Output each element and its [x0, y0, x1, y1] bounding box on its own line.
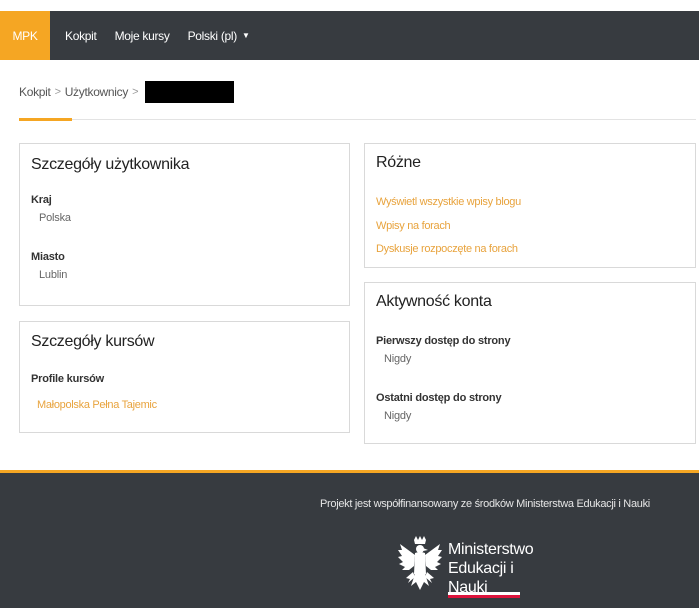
language-menu-label: Polski (pl)	[187, 28, 238, 43]
ministry-name-line1: Ministerstwo	[448, 541, 534, 558]
field-value-last-access: Nigdy	[384, 410, 412, 422]
misc-title: Różne	[376, 154, 421, 171]
redacted-block	[145, 81, 235, 103]
eagle-emblem-icon	[398, 536, 442, 590]
misc-card: Różne Wyświetl wszystkie wpisy blogu Wpi…	[364, 143, 696, 268]
breadcrumb-accent	[19, 118, 72, 121]
course-link[interactable]: Małopolska Pełna Tajemic	[37, 399, 157, 411]
forum-posts-link[interactable]: Wpisy na forach	[376, 220, 451, 232]
top-navbar: MPK Kokpit Moje kursy Polski (pl) ▼	[0, 11, 699, 60]
course-profiles-label: Profile kursów	[31, 373, 104, 385]
caret-down-icon: ▼	[241, 30, 250, 40]
field-label-miasto: Miasto	[31, 251, 65, 263]
forum-discussions-link[interactable]: Dyskusje rozpoczęte na forach	[376, 243, 518, 255]
course-details-title: Szczegóły kursów	[31, 333, 155, 350]
language-menu[interactable]: Polski (pl) ▼	[188, 29, 250, 43]
breadcrumb: Kokpit > Użytkownicy >	[19, 81, 235, 103]
ministry-logo: Ministerstwo Edukacji i Nauki	[398, 536, 553, 602]
nav-item-moje-kursy[interactable]: Moje kursy	[115, 29, 170, 43]
field-value-miasto: Lublin	[39, 269, 68, 281]
breadcrumb-item-uzytkownicy[interactable]: Użytkownicy	[65, 85, 129, 99]
account-activity-card: Aktywność konta Pierwszy dostęp do stron…	[364, 282, 696, 444]
footer-funding-text: Projekt jest współfinansowany ze środków…	[320, 498, 650, 510]
breadcrumb-item-kokpit[interactable]: Kokpit	[19, 85, 51, 99]
breadcrumb-divider	[19, 119, 696, 120]
chevron-right-icon: >	[54, 86, 61, 98]
brand-link[interactable]: MPK	[0, 11, 50, 60]
field-label-last-access: Ostatni dostęp do strony	[376, 392, 502, 404]
blog-entries-link[interactable]: Wyświetl wszystkie wpisy blogu	[376, 196, 521, 208]
user-details-card: Szczegóły użytkownika Kraj Polska Miasto…	[19, 143, 350, 306]
field-label-kraj: Kraj	[31, 194, 52, 206]
page-footer: Projekt jest współfinansowany ze środków…	[0, 470, 699, 608]
course-details-card: Szczegóły kursów Profile kursów Małopols…	[19, 321, 350, 433]
field-value-kraj: Polska	[39, 212, 71, 224]
nav-item-kokpit[interactable]: Kokpit	[65, 29, 97, 43]
user-details-title: Szczegóły użytkownika	[31, 156, 190, 173]
chevron-right-icon: >	[132, 86, 139, 98]
ministry-name: Ministerstwo Edukacji i Nauki	[448, 540, 553, 597]
polish-flag-stripe	[448, 592, 520, 598]
account-activity-title: Aktywność konta	[376, 293, 492, 310]
field-value-first-access: Nigdy	[384, 353, 412, 365]
field-label-first-access: Pierwszy dostęp do strony	[376, 335, 511, 347]
